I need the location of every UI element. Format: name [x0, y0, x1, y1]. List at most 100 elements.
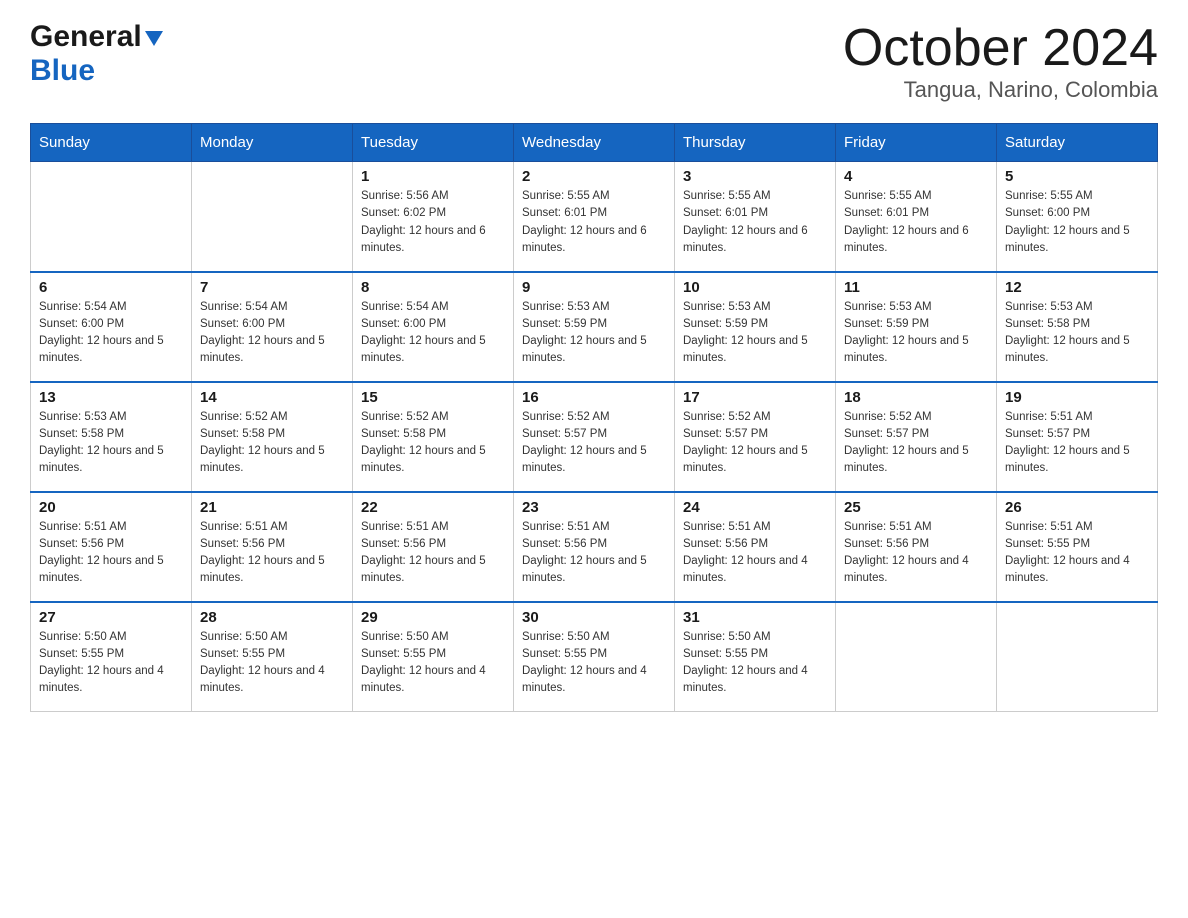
page-header: General Blue October 2024 Tangua, Narino… — [30, 20, 1158, 103]
day-number: 3 — [683, 168, 827, 185]
calendar-cell: 2Sunrise: 5:55 AMSunset: 6:01 PMDaylight… — [514, 162, 675, 272]
day-number: 31 — [683, 609, 827, 626]
day-number: 15 — [361, 389, 505, 406]
calendar-cell: 22 Sunrise: 5:51 AMSunset: 5:56 PMDayligh… — [353, 492, 514, 602]
day-info: Sunrise: 5:50 AMSunset: 5:55 PMDaylight:… — [683, 629, 827, 698]
calendar-cell — [836, 602, 997, 712]
calendar-cell — [31, 162, 192, 272]
day-info: Sunrise: 5:51 AMSunset: 5:56 PMDaylight:… — [844, 519, 988, 588]
day-number: 9 — [522, 279, 666, 296]
calendar-cell: 30 Sunrise: 5:50 AMSunset: 5:55 PMDayligh… — [514, 602, 675, 712]
day-info: Sunrise: 5:51 AMSunset: 5:56 PMDaylight:… — [200, 519, 344, 588]
day-info: Sunrise: 5:55 AMSunset: 6:01 PMDaylight:… — [522, 188, 666, 257]
day-info: Sunrise: 5:55 AMSunset: 6:01 PMDaylight:… — [683, 188, 827, 257]
day-info: Sunrise: 5:53 AMSunset: 5:59 PMDaylight:… — [844, 299, 988, 368]
day-number: 24 — [683, 499, 827, 516]
calendar-table: SundayMondayTuesdayWednesdayThursdayFrid… — [30, 123, 1158, 712]
calendar-cell: 9 Sunrise: 5:53 AMSunset: 5:59 PMDaylight… — [514, 272, 675, 382]
calendar-cell: 21 Sunrise: 5:51 AMSunset: 5:56 PMDayligh… — [192, 492, 353, 602]
day-number: 28 — [200, 609, 344, 626]
calendar-cell: 4Sunrise: 5:55 AMSunset: 6:01 PMDaylight… — [836, 162, 997, 272]
calendar-cell: 10 Sunrise: 5:53 AMSunset: 5:59 PMDayligh… — [675, 272, 836, 382]
day-info: Sunrise: 5:50 AMSunset: 5:55 PMDaylight:… — [200, 629, 344, 698]
day-info: Sunrise: 5:52 AMSunset: 5:58 PMDaylight:… — [200, 409, 344, 478]
calendar-week-row: 20 Sunrise: 5:51 AMSunset: 5:56 PMDayligh… — [31, 492, 1158, 602]
day-info: Sunrise: 5:54 AMSunset: 6:00 PMDaylight:… — [361, 299, 505, 368]
weekday-header-row: SundayMondayTuesdayWednesdayThursdayFrid… — [31, 124, 1158, 162]
calendar-cell: 29Sunrise: 5:50 AMSunset: 5:55 PMDayligh… — [353, 602, 514, 712]
calendar-cell: 6Sunrise: 5:54 AMSunset: 6:00 PMDaylight… — [31, 272, 192, 382]
calendar-cell: 12Sunrise: 5:53 AMSunset: 5:58 PMDayligh… — [997, 272, 1158, 382]
day-number: 11 — [844, 279, 988, 296]
calendar-week-row: 6 Sunrise: 5:54 AMSunset: 6:00 PMDaylight… — [31, 272, 1158, 382]
weekday-header-sunday: Sunday — [31, 124, 192, 162]
day-number: 18 — [844, 389, 988, 406]
day-info: Sunrise: 5:52 AMSunset: 5:57 PMDaylight:… — [683, 409, 827, 478]
day-info: Sunrise: 5:51 AMSunset: 5:56 PMDaylight:… — [39, 519, 183, 588]
day-info: Sunrise: 5:52 AMSunset: 5:58 PMDaylight:… — [361, 409, 505, 478]
logo: General Blue — [30, 20, 163, 88]
weekday-header-saturday: Saturday — [997, 124, 1158, 162]
day-info: Sunrise: 5:52 AMSunset: 5:57 PMDaylight:… — [522, 409, 666, 478]
calendar-cell — [192, 162, 353, 272]
day-number: 27 — [39, 609, 183, 626]
calendar-week-row: 1 Sunrise: 5:56 AMSunset: 6:02 PMDaylight… — [31, 162, 1158, 272]
location-title: Tangua, Narino, Colombia — [843, 77, 1158, 103]
day-number: 22 — [361, 499, 505, 516]
day-info: Sunrise: 5:51 AMSunset: 5:55 PMDaylight:… — [1005, 519, 1149, 588]
day-info: Sunrise: 5:56 AMSunset: 6:02 PMDaylight:… — [361, 188, 505, 257]
day-number: 25 — [844, 499, 988, 516]
calendar-cell: 27 Sunrise: 5:50 AMSunset: 5:55 PMDayligh… — [31, 602, 192, 712]
calendar-cell: 25 Sunrise: 5:51 AMSunset: 5:56 PMDayligh… — [836, 492, 997, 602]
day-number: 14 — [200, 389, 344, 406]
logo-blue-text: Blue — [30, 54, 95, 87]
day-info: Sunrise: 5:51 AMSunset: 5:57 PMDaylight:… — [1005, 409, 1149, 478]
logo-triangle-icon — [145, 31, 163, 46]
day-info: Sunrise: 5:50 AMSunset: 5:55 PMDaylight:… — [522, 629, 666, 698]
day-info: Sunrise: 5:51 AMSunset: 5:56 PMDaylight:… — [683, 519, 827, 588]
calendar-cell: 5Sunrise: 5:55 AMSunset: 6:00 PMDaylight… — [997, 162, 1158, 272]
day-number: 6 — [39, 279, 183, 296]
day-info: Sunrise: 5:55 AMSunset: 6:01 PMDaylight:… — [844, 188, 988, 257]
day-number: 13 — [39, 389, 183, 406]
day-info: Sunrise: 5:51 AMSunset: 5:56 PMDaylight:… — [522, 519, 666, 588]
calendar-cell: 8Sunrise: 5:54 AMSunset: 6:00 PMDaylight… — [353, 272, 514, 382]
day-number: 23 — [522, 499, 666, 516]
day-info: Sunrise: 5:53 AMSunset: 5:58 PMDaylight:… — [1005, 299, 1149, 368]
calendar-week-row: 13 Sunrise: 5:53 AMSunset: 5:58 PMDayligh… — [31, 382, 1158, 492]
day-number: 19 — [1005, 389, 1149, 406]
calendar-cell: 15 Sunrise: 5:52 AMSunset: 5:58 PMDayligh… — [353, 382, 514, 492]
title-section: October 2024 Tangua, Narino, Colombia — [843, 20, 1158, 103]
day-number: 16 — [522, 389, 666, 406]
weekday-header-tuesday: Tuesday — [353, 124, 514, 162]
day-number: 30 — [522, 609, 666, 626]
calendar-cell: 1 Sunrise: 5:56 AMSunset: 6:02 PMDaylight… — [353, 162, 514, 272]
day-number: 17 — [683, 389, 827, 406]
day-info: Sunrise: 5:55 AMSunset: 6:00 PMDaylight:… — [1005, 188, 1149, 257]
day-info: Sunrise: 5:53 AMSunset: 5:58 PMDaylight:… — [39, 409, 183, 478]
calendar-cell: 18 Sunrise: 5:52 AMSunset: 5:57 PMDayligh… — [836, 382, 997, 492]
day-number: 10 — [683, 279, 827, 296]
calendar-cell: 3 Sunrise: 5:55 AMSunset: 6:01 PMDaylight… — [675, 162, 836, 272]
day-info: Sunrise: 5:50 AMSunset: 5:55 PMDaylight:… — [361, 629, 505, 698]
day-number: 21 — [200, 499, 344, 516]
day-info: Sunrise: 5:53 AMSunset: 5:59 PMDaylight:… — [522, 299, 666, 368]
weekday-header-friday: Friday — [836, 124, 997, 162]
day-number: 20 — [39, 499, 183, 516]
day-number: 1 — [361, 168, 505, 185]
day-info: Sunrise: 5:54 AMSunset: 6:00 PMDaylight:… — [200, 299, 344, 368]
day-number: 7 — [200, 279, 344, 296]
calendar-cell: 23 Sunrise: 5:51 AMSunset: 5:56 PMDayligh… — [514, 492, 675, 602]
month-title: October 2024 — [843, 20, 1158, 77]
calendar-cell: 31 Sunrise: 5:50 AMSunset: 5:55 PMDayligh… — [675, 602, 836, 712]
weekday-header-wednesday: Wednesday — [514, 124, 675, 162]
calendar-cell: 26Sunrise: 5:51 AMSunset: 5:55 PMDayligh… — [997, 492, 1158, 602]
calendar-cell: 24 Sunrise: 5:51 AMSunset: 5:56 PMDayligh… — [675, 492, 836, 602]
calendar-cell: 16 Sunrise: 5:52 AMSunset: 5:57 PMDayligh… — [514, 382, 675, 492]
day-info: Sunrise: 5:53 AMSunset: 5:59 PMDaylight:… — [683, 299, 827, 368]
day-info: Sunrise: 5:52 AMSunset: 5:57 PMDaylight:… — [844, 409, 988, 478]
calendar-cell — [997, 602, 1158, 712]
weekday-header-monday: Monday — [192, 124, 353, 162]
day-info: Sunrise: 5:51 AMSunset: 5:56 PMDaylight:… — [361, 519, 505, 588]
day-info: Sunrise: 5:50 AMSunset: 5:55 PMDaylight:… — [39, 629, 183, 698]
